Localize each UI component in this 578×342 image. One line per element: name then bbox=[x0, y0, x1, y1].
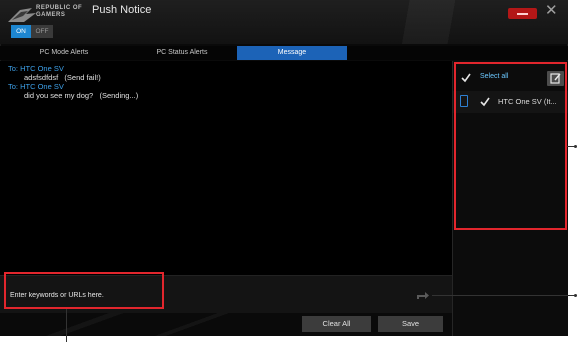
push-notice-toggle[interactable]: ON OFF bbox=[11, 25, 53, 38]
callout-dot bbox=[574, 294, 577, 297]
callout-line bbox=[432, 295, 575, 296]
save-button[interactable]: Save bbox=[378, 316, 443, 332]
bottom-bar: Clear All Save bbox=[0, 313, 452, 336]
annotation-box-input bbox=[4, 272, 164, 309]
message-log[interactable]: To: HTC One SV adsfsdfdsf (Send fail!) T… bbox=[0, 61, 452, 275]
message-recipient: To: HTC One SV bbox=[8, 64, 64, 73]
callout-dot bbox=[574, 145, 577, 148]
message-body: adsfsdfdsf (Send fail!) bbox=[24, 73, 101, 82]
tab-message[interactable]: Message bbox=[237, 46, 347, 60]
close-icon[interactable]: ✕ bbox=[545, 2, 558, 20]
message-recipient: To: HTC One SV bbox=[8, 82, 64, 91]
tab-pc-mode-alerts[interactable]: PC Mode Alerts bbox=[0, 46, 128, 60]
clear-all-button[interactable]: Clear All bbox=[302, 316, 371, 332]
annotation-box-devices bbox=[454, 62, 567, 230]
message-body: did you see my dog? (Sending...) bbox=[24, 91, 139, 100]
toggle-off[interactable]: OFF bbox=[31, 25, 53, 38]
callout-line bbox=[66, 309, 67, 342]
tab-pc-status-alerts[interactable]: PC Status Alerts bbox=[128, 46, 236, 60]
minimize-button[interactable] bbox=[508, 8, 537, 19]
brand-line-2: GAMERS bbox=[36, 12, 66, 18]
send-icon[interactable] bbox=[416, 290, 430, 300]
tab-bar: PC Mode Alerts PC Status Alerts Message bbox=[0, 46, 568, 60]
brand-text: REPUBLIC OF GAMERS bbox=[36, 5, 82, 19]
app-title: Push Notice bbox=[92, 4, 152, 16]
brand-line-1: REPUBLIC OF bbox=[36, 5, 83, 11]
title-bar: REPUBLIC OF GAMERS Push Notice ON OFF ✕ bbox=[0, 0, 568, 44]
toggle-on[interactable]: ON bbox=[11, 25, 31, 38]
